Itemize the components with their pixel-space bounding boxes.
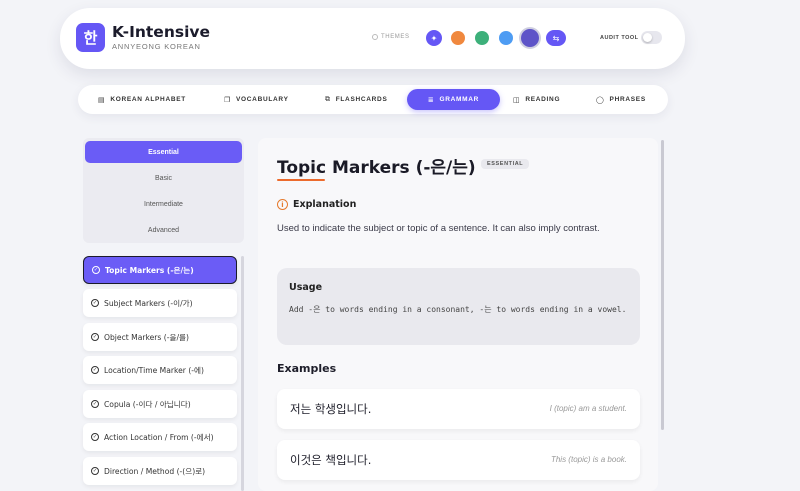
example-card[interactable]: 저는 학생입니다. I (topic) am a student. [277, 389, 640, 429]
explanation-text: Used to indicate the subject or topic of… [277, 223, 600, 234]
nav-grammar[interactable]: ≣ GRAMMAR [407, 89, 500, 110]
toggle-knob [643, 33, 652, 42]
level-badge: ESSENTIAL [481, 159, 530, 169]
check-circle-icon: ✓ [91, 333, 99, 341]
level-advanced[interactable]: Advanced [85, 219, 242, 241]
chat-bubble-icon: ◯ [596, 95, 605, 104]
topic-list-scrollbar[interactable] [241, 256, 244, 491]
check-circle-icon: ✓ [92, 266, 100, 274]
example-english: I (topic) am a student. [549, 404, 627, 413]
nav-flashcards[interactable]: ⧉ FLASHCARDS [317, 89, 395, 110]
nav-korean-alphabet[interactable]: ▤ KOREAN ALPHABET [90, 89, 194, 110]
brand-subtitle: ANNYEONG KOREAN [112, 42, 201, 51]
page-title: Topic Markers (-은/는) [277, 158, 476, 178]
usage-box: Usage Add -은 to words ending in a conson… [277, 268, 640, 345]
topic-item[interactable]: ✓ Copula (-이다 / 아닙니다) [83, 390, 237, 418]
nav-reading[interactable]: ◫ READING [505, 89, 568, 110]
example-english: This (topic) is a book. [550, 455, 627, 464]
audit-tool-toggle[interactable] [641, 31, 662, 44]
example-card[interactable]: 이것은 책입니다. This (topic) is a book. [277, 440, 640, 480]
theme-swatch-indigo[interactable]: ✦ [426, 30, 442, 46]
examples-heading: Examples [277, 362, 337, 375]
sparkle-icon: ✦ [430, 33, 438, 43]
logo-icon: 한 [76, 23, 105, 52]
check-circle-icon: ✓ [91, 299, 99, 307]
usage-heading: Usage [289, 282, 323, 293]
nav-phrases[interactable]: ◯ PHRASES [588, 89, 654, 110]
topic-item[interactable]: ✓ Direction / Method (-(으)로) [83, 457, 237, 485]
explanation-heading: Explanation [293, 199, 357, 210]
level-selector: Essential Basic Intermediate Advanced [83, 138, 244, 243]
topic-item[interactable]: ✓ Action Location / From (-에서) [83, 423, 237, 451]
check-circle-icon: ✓ [91, 400, 99, 408]
topic-item[interactable]: ✓ Location/Time Marker (-에) [83, 356, 237, 384]
level-basic[interactable]: Basic [85, 167, 242, 189]
open-book-icon: ◫ [513, 95, 521, 104]
theme-swatch-orange[interactable] [451, 31, 465, 45]
main-nav: ▤ KOREAN ALPHABET ❐ VOCABULARY ⧉ FLASHCA… [78, 85, 668, 114]
example-korean: 저는 학생입니다. [290, 402, 372, 416]
theme-swatch-green[interactable] [475, 31, 489, 45]
usage-text: Add -은 to words ending in a consonant, -… [289, 305, 627, 314]
grammar-icon: ≣ [427, 95, 435, 104]
check-circle-icon: ✓ [91, 366, 99, 374]
theme-swatch-dark[interactable] [521, 29, 539, 47]
brand-title: K-Intensive [112, 23, 211, 41]
check-circle-icon: ✓ [91, 433, 99, 441]
topic-item[interactable]: ✓ Topic Markers (-은/는) [83, 256, 237, 284]
topic-item[interactable]: ✓ Subject Markers (-이/가) [83, 289, 237, 317]
example-korean: 이것은 책입니다. [290, 453, 372, 467]
cards-icon: ⧉ [325, 95, 331, 103]
lesson-scrollbar[interactable] [661, 140, 664, 430]
theme-settings-button[interactable]: ⇆ [546, 30, 566, 46]
check-circle-icon: ✓ [91, 467, 99, 475]
app-header: 한 K-Intensive ANNYEONG KOREAN THEMES ✦ ⇆… [60, 8, 685, 69]
audit-tool-label: AUDIT TOOL [600, 35, 639, 41]
book-icon: ▤ [98, 95, 106, 104]
level-intermediate[interactable]: Intermediate [85, 193, 242, 215]
sliders-icon: ⇆ [552, 33, 560, 43]
nav-vocabulary[interactable]: ❐ VOCABULARY [216, 89, 297, 110]
palette-icon [372, 34, 378, 40]
info-icon: i [277, 199, 288, 210]
level-essential[interactable]: Essential [85, 141, 242, 163]
themes-label: THEMES [372, 34, 410, 40]
theme-swatch-blue[interactable] [499, 31, 513, 45]
topic-list: ✓ Topic Markers (-은/는) ✓ Subject Markers… [83, 256, 238, 491]
copy-icon: ❐ [224, 95, 231, 104]
title-underline [277, 179, 325, 181]
topic-item[interactable]: ✓ Object Markers (-을/를) [83, 323, 237, 351]
